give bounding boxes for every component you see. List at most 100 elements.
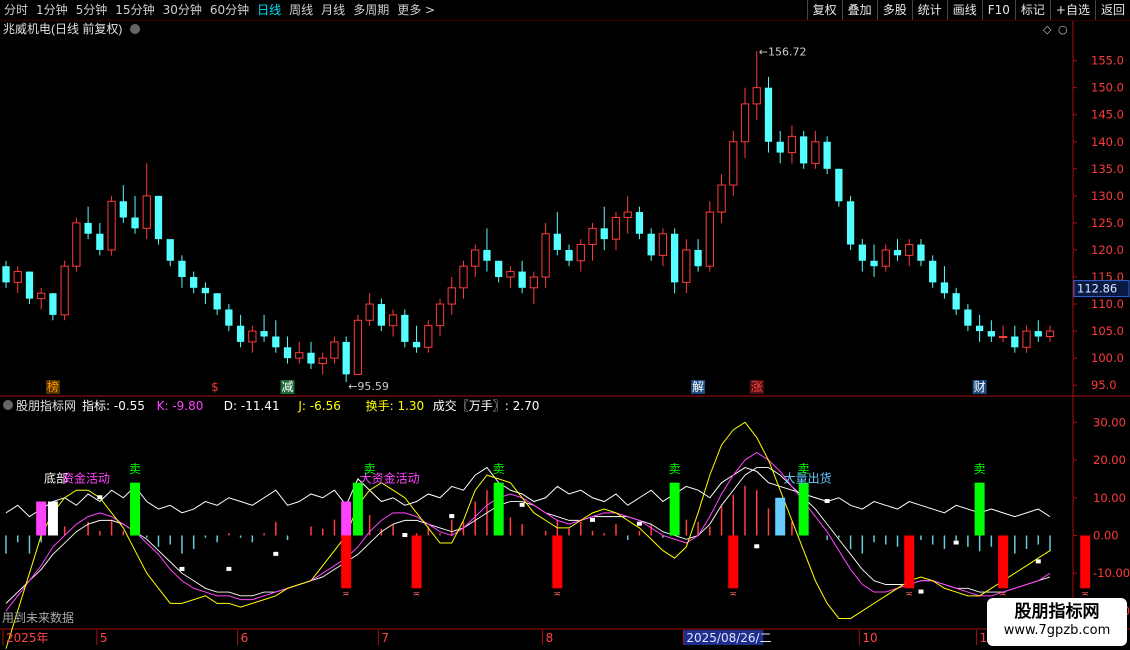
candle-body-85 — [998, 336, 1008, 338]
toolbar-button-0[interactable]: 复权 — [806, 0, 842, 20]
candle-body-83 — [975, 325, 984, 332]
candle-body-55 — [647, 233, 655, 256]
toolbar-button-3[interactable]: 统计 — [911, 0, 947, 20]
candle-body-72 — [846, 201, 855, 245]
stock-chart[interactable]: 兆威机电(日线 前复权) ◇ ○95.0100.0105.0110.0115.012… — [0, 21, 1130, 650]
toolbar-button-1[interactable]: 叠加 — [841, 0, 877, 20]
candle-body-49 — [576, 244, 585, 262]
candle-body-86 — [1011, 336, 1019, 348]
price-tick-label-2: 105.0 — [1091, 324, 1124, 338]
period-tab-9[interactable]: 多周期 — [349, 0, 393, 20]
date-label-1: 5 — [100, 631, 108, 645]
sub-label-9: 卖 — [974, 462, 986, 476]
candle-body-5 — [60, 265, 69, 316]
event-marker-2: 减 — [282, 380, 294, 394]
candle-body-0 — [2, 266, 10, 283]
price-tick-label-1: 100.0 — [1091, 351, 1124, 365]
k-line — [5, 451, 1051, 612]
signal-dot-7 — [590, 517, 596, 522]
toolbar-button-2[interactable]: 多股 — [876, 0, 912, 20]
candle-body-40 — [471, 249, 480, 267]
ind-tick-label-1: -10.00 — [1093, 566, 1130, 580]
candle-body-25 — [295, 352, 304, 359]
candle-body-61 — [717, 184, 726, 213]
ind-tick-label-4: 20.00 — [1093, 453, 1126, 467]
candle-body-18 — [213, 293, 221, 310]
candle-body-28 — [330, 341, 339, 359]
candle-body-89 — [1045, 330, 1055, 338]
signal-bar-13 — [728, 535, 739, 589]
candle-body-58 — [682, 249, 691, 283]
signal-bar-8 — [798, 482, 809, 536]
toolbar-button-8[interactable]: 返回 — [1094, 0, 1130, 20]
signal-arrow-10: ≍ — [342, 589, 350, 599]
candle-body-16 — [190, 277, 198, 288]
date-label-2: 6 — [241, 631, 249, 645]
signal-bar-12 — [552, 535, 563, 589]
period-tab-8[interactable]: 月线 — [317, 0, 349, 20]
candle-body-82 — [964, 309, 972, 326]
signal-dot-2 — [226, 566, 232, 571]
candle-body-19 — [225, 309, 233, 326]
period-tab-4[interactable]: 30分钟 — [159, 0, 206, 20]
candle-body-60 — [705, 211, 714, 267]
toolbar-button-5[interactable]: F10 — [981, 0, 1015, 20]
signal-bar-14 — [904, 535, 915, 589]
signal-dot-12 — [953, 540, 959, 545]
candle-body-7 — [84, 222, 92, 234]
period-tab-2[interactable]: 5分钟 — [72, 0, 112, 20]
period-tab-5[interactable]: 60分钟 — [206, 0, 253, 20]
price-tick-label-6: 125.0 — [1091, 216, 1124, 230]
signal-dot-10 — [824, 499, 830, 504]
candle-body-24 — [283, 347, 292, 359]
future-data-note: 用到未来数据 — [2, 610, 74, 625]
period-tab-0[interactable]: 分时 — [0, 0, 32, 20]
j-line — [5, 421, 1051, 649]
candle-body-31 — [365, 303, 374, 321]
signal-dot-9 — [754, 544, 760, 549]
candle-body-79 — [929, 260, 937, 283]
top-toolbar: 分时 1分钟 5分钟 15分钟 30分钟 60分钟 日线 周线 月线 多周期 更多 > 复权 叠加 多股… — [0, 0, 1130, 21]
price-tick-label-8: 135.0 — [1091, 162, 1124, 176]
candle-body-15 — [178, 260, 186, 277]
event-marker-5: 财 — [974, 380, 986, 394]
candle-body-73 — [858, 244, 866, 261]
candle-body-57 — [670, 233, 679, 283]
signal-dot-5 — [449, 514, 455, 519]
ind-tick-label-2: 0.00 — [1093, 528, 1119, 542]
candle-body-30 — [353, 319, 363, 375]
candle-body-35 — [412, 341, 421, 348]
toolbar-button-6[interactable]: 标记 — [1014, 0, 1050, 20]
toolbar-button-7[interactable]: +自选 — [1049, 0, 1095, 20]
period-tab-1[interactable]: 1分钟 — [32, 0, 72, 20]
period-tab-6[interactable]: 日线 — [253, 0, 285, 20]
signal-bar-4 — [352, 482, 363, 536]
candle-body-42 — [495, 260, 503, 277]
signal-bar-9 — [974, 482, 985, 536]
price-tick-label-10: 145.0 — [1091, 108, 1124, 122]
candle-body-67 — [787, 135, 797, 154]
candle-body-56 — [658, 233, 668, 256]
watermark-line1: 股朋指标网 — [1014, 602, 1100, 622]
candle-body-33 — [388, 314, 398, 327]
candle-body-50 — [588, 227, 597, 246]
signal-dot-11 — [918, 589, 924, 594]
candle-body-8 — [96, 233, 104, 250]
period-tab-7[interactable]: 周线 — [285, 0, 317, 20]
sub-value-4: 换手: 1.30 — [366, 399, 425, 413]
candle-body-20 — [236, 325, 245, 342]
candle-body-44 — [518, 271, 526, 288]
period-tab-10[interactable]: 更多 > — [393, 0, 439, 20]
candle-body-75 — [881, 249, 890, 267]
candle-body-70 — [823, 141, 831, 169]
candle-body-23 — [272, 336, 280, 348]
signal-bar-5 — [493, 482, 504, 536]
signal-bar-15 — [998, 535, 1009, 589]
candle-body-38 — [447, 287, 456, 305]
period-tab-3[interactable]: 15分钟 — [111, 0, 158, 20]
candle-body-29 — [342, 341, 350, 375]
date-label-4: 8 — [546, 631, 554, 645]
candle-body-36 — [424, 325, 433, 348]
sub-value-3: J: -6.56 — [297, 399, 340, 413]
toolbar-button-4[interactable]: 画线 — [946, 0, 982, 20]
